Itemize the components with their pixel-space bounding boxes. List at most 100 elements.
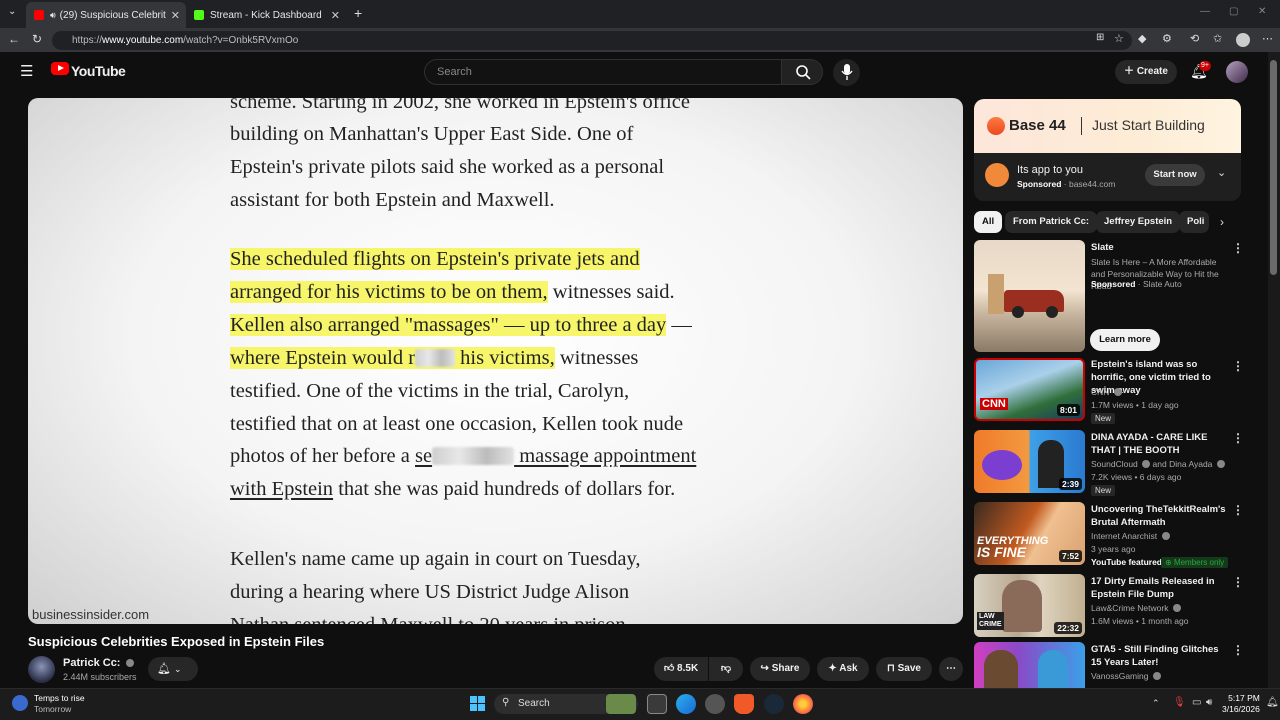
search-highlight-icon[interactable] — [606, 694, 636, 714]
chevron-right-icon[interactable]: › — [1220, 215, 1224, 229]
back-icon[interactable]: ← — [8, 32, 20, 46]
start-now-button[interactable]: Start now — [1145, 164, 1205, 186]
channel-avatar[interactable] — [28, 656, 55, 683]
wheel — [1046, 306, 1058, 318]
history-icon[interactable]: ⟲ — [1190, 32, 1199, 45]
rec-title[interactable]: Slate — [1091, 241, 1231, 254]
more-vert-icon[interactable]: ⋮ — [1232, 241, 1244, 255]
menu-dots-icon[interactable]: ⋯ — [1262, 32, 1273, 45]
channel-name[interactable]: Patrick Cc: — [63, 657, 134, 669]
bell-icon: 🔔︎ — [157, 663, 171, 675]
tab-close-icon[interactable]: ✕ — [171, 9, 180, 22]
windows-start-icon[interactable] — [470, 696, 485, 711]
edge-browser-icon[interactable] — [676, 694, 696, 714]
more-vert-icon[interactable]: ⋮ — [1232, 431, 1244, 445]
subscription-bell-button[interactable]: 🔔︎ ⌄ — [148, 657, 198, 681]
more-vert-icon[interactable]: ⋮ — [1232, 359, 1244, 373]
youtube-favicon-icon — [34, 10, 44, 20]
taskbar-clock[interactable]: 5:17 PM 3/16/2026 — [1222, 693, 1260, 715]
chip-all[interactable]: All — [974, 211, 1003, 233]
highlighted-text: arranged for his victims to be on them, — [230, 281, 548, 303]
profile-icon[interactable] — [1236, 33, 1250, 47]
ad-headline: Its app to you — [1017, 164, 1084, 176]
scrollbar-thumb[interactable] — [1270, 60, 1277, 275]
search-input[interactable]: Search — [424, 59, 782, 85]
rec-channel: SoundCloud and Dina Ayada — [1091, 459, 1225, 469]
firefox-icon[interactable] — [793, 694, 813, 714]
weather-widget[interactable]: Temps to rise Tomorrow — [34, 693, 85, 715]
obs-icon[interactable] — [705, 694, 725, 714]
learn-more-button[interactable]: Learn more — [1090, 329, 1160, 351]
tab-youtube[interactable]: 🔊︎ (29) Suspicious Celebrities Exp ✕ — [26, 2, 186, 28]
video-thumbnail[interactable] — [974, 642, 1085, 688]
search-button[interactable] — [781, 59, 823, 85]
window-close-icon[interactable]: ✕ — [1258, 6, 1266, 17]
rec-title[interactable]: DINA AYADA - CARE LIKE THAT | THE BOOTH — [1091, 431, 1231, 457]
video-thumbnail[interactable]: CNN 8:01 — [974, 358, 1085, 421]
ad-domain: base44.com — [1068, 179, 1116, 189]
article-text: — — [666, 314, 692, 336]
network-icon[interactable]: ▭ — [1192, 697, 1201, 708]
video-thumbnail[interactable] — [974, 240, 1085, 352]
plus-icon: ＋ — [1124, 66, 1137, 77]
rec-channel-secondary: and Dina Ayada — [1152, 459, 1213, 469]
video-player[interactable]: scheme. Starting in 2002, she worked in … — [28, 98, 963, 624]
verified-check-icon — [1216, 460, 1225, 468]
chip-politics[interactable]: Poli — [1179, 211, 1209, 233]
brave-icon[interactable] — [734, 694, 754, 714]
translate-icon[interactable]: ⊞ — [1096, 32, 1104, 43]
star-icon[interactable]: ☆ — [1114, 32, 1124, 45]
chevron-down-icon[interactable]: ⌄ — [1217, 166, 1226, 179]
video-duration: 22:32 — [1054, 622, 1082, 634]
article-line: She scheduled flights on Epstein's priva… — [230, 243, 640, 276]
tab-kick[interactable]: Stream - Kick Dashboard ✕ — [186, 2, 346, 28]
video-thumbnail[interactable]: EVERYTHING IS FINE 7:52 — [974, 502, 1085, 565]
like-button[interactable]: 👍︎ 8.5K — [654, 657, 708, 681]
article-link: with Epstein — [230, 478, 334, 500]
more-vert-icon[interactable]: ⋮ — [1232, 503, 1244, 517]
tray-chevron-icon[interactable]: ⌃ — [1152, 698, 1160, 709]
user-avatar[interactable] — [1226, 61, 1248, 83]
more-vert-icon[interactable]: ⋮ — [1232, 575, 1244, 589]
rec-title[interactable]: GTA5 - Still Finding Glitches 15 Years L… — [1091, 643, 1231, 669]
notification-center-icon[interactable]: 🔔︎ — [1266, 697, 1279, 708]
extension-diamond-icon[interactable]: ◆ — [1138, 32, 1146, 45]
hamburger-menu-icon[interactable]: ☰ — [20, 62, 33, 80]
address-bar[interactable]: https://www.youtube.com/watch?v=Onbk5RVx… — [52, 31, 1132, 50]
favorites-icon[interactable]: ✩ — [1213, 32, 1222, 45]
dislike-button[interactable]: 👎︎ — [709, 657, 743, 681]
wheel — [1012, 306, 1024, 318]
steam-icon[interactable] — [764, 694, 784, 714]
speaker-icon: 🔊︎ — [50, 9, 56, 20]
video-thumbnail[interactable]: LAW CRIME 22:32 — [974, 574, 1085, 637]
tab-list-chevron-icon[interactable]: ⌄ — [8, 6, 16, 17]
reload-icon[interactable]: ↻ — [32, 32, 42, 46]
chip-jeffrey-epstein[interactable]: Jeffrey Epstein — [1096, 211, 1181, 233]
kick-favicon-icon — [194, 10, 204, 20]
more-vert-icon[interactable]: ⋮ — [1232, 643, 1244, 657]
create-button[interactable]: ＋ Create — [1115, 60, 1177, 84]
chip-from-channel[interactable]: From Patrick Cc: — [1005, 211, 1098, 233]
taskbar-search-label: Search — [518, 698, 550, 709]
task-view-icon[interactable] — [647, 694, 667, 714]
youtube-logo-text[interactable]: YouTube — [71, 63, 126, 79]
minimize-icon[interactable]: — — [1200, 6, 1210, 17]
youtube-logo-icon[interactable] — [51, 62, 69, 75]
weather-icon[interactable] — [12, 695, 28, 711]
ask-button[interactable]: ✦ Ask — [817, 657, 869, 681]
rec-title[interactable]: Uncovering TheTekkitRealm's Brutal After… — [1091, 503, 1231, 529]
rec-title[interactable]: 17 Dirty Emails Released in Epstein File… — [1091, 575, 1231, 601]
mic-tray-icon[interactable]: 🎙︎ — [1173, 697, 1186, 708]
new-tab-icon[interactable]: + — [354, 5, 362, 21]
tab-close-icon[interactable]: ✕ — [331, 9, 340, 22]
article-line: with Epstein that she was paid hundreds … — [230, 473, 675, 506]
share-button[interactable]: ↪ Share — [750, 657, 810, 681]
more-actions-button[interactable]: ⋯ — [939, 657, 963, 681]
puzzle-icon[interactable]: ⚙ — [1162, 32, 1172, 45]
members-only-badge: ⊕ Members only — [1161, 557, 1229, 568]
volume-icon[interactable]: 🔊︎ — [1206, 697, 1212, 708]
voice-search-button[interactable] — [833, 59, 860, 86]
video-thumbnail[interactable]: 2:39 — [974, 430, 1085, 493]
save-button[interactable]: ⊓ Save — [876, 657, 932, 681]
maximize-icon[interactable]: ▢ — [1229, 6, 1238, 17]
